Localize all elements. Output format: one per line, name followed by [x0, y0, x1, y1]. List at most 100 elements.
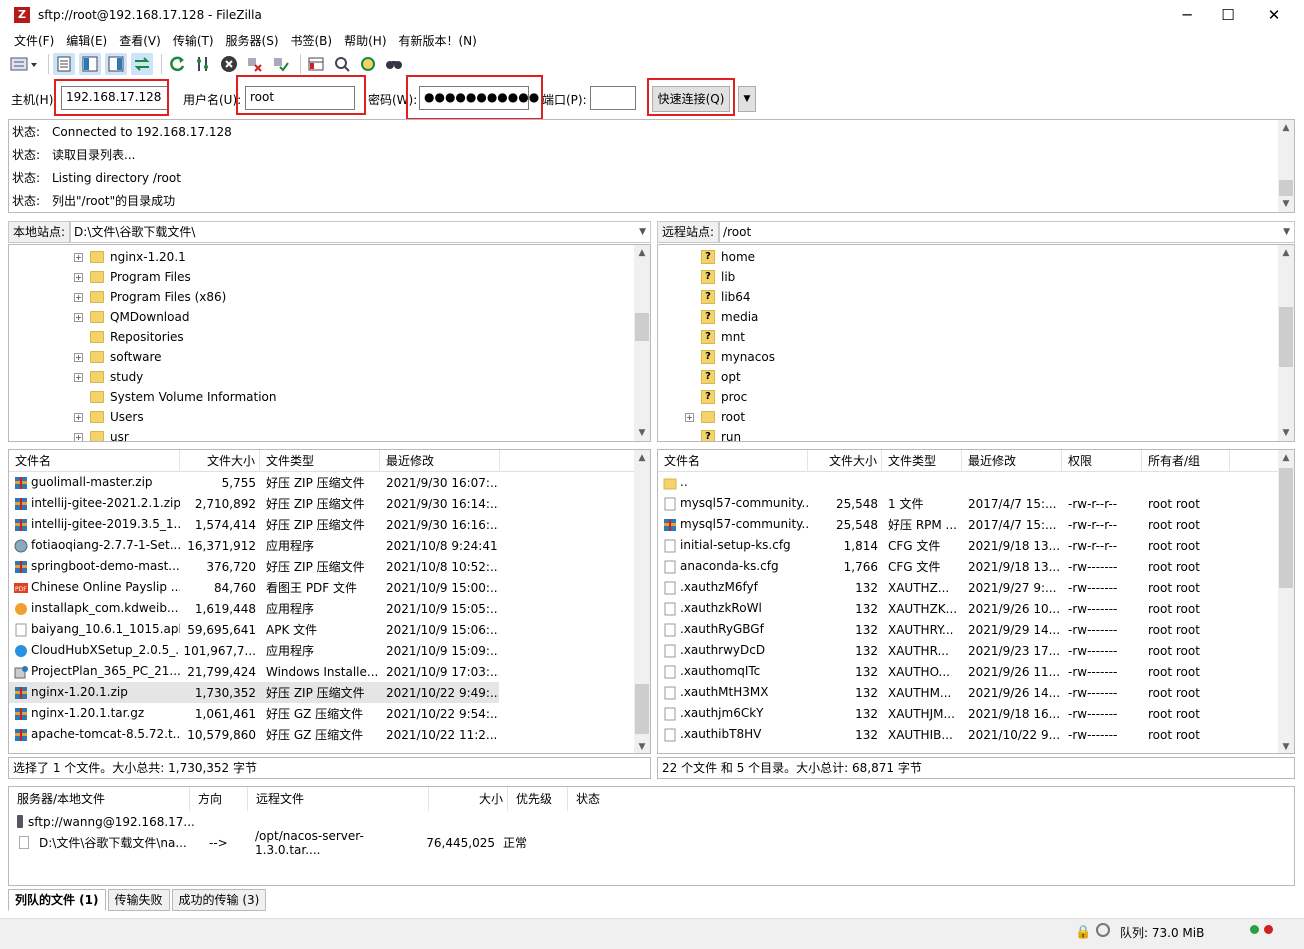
- file-row[interactable]: .xauthMtH3MX 132 XAUTHM... 2021/9/26 14... -…: [658, 682, 1294, 703]
- file-row[interactable]: ProjectPlan_365_PC_21.... 21,799,424 Windo…: [9, 661, 499, 682]
- menu-help[interactable]: 帮助(H): [344, 32, 386, 49]
- file-row[interactable]: .xauthjm6CkY 132 XAUTHJM... 2021/9/18 16...…: [658, 703, 1294, 724]
- tree-item[interactable]: + nginx-1.20.1: [9, 247, 650, 267]
- tab-queued-files[interactable]: 列队的文件 (1): [8, 889, 106, 911]
- file-row[interactable]: anaconda-ks.cfg 1,766 CFG 文件 2021/9/18 13..…: [658, 556, 1294, 577]
- expand-icon[interactable]: +: [74, 272, 83, 282]
- filter-icon[interactable]: [305, 53, 327, 75]
- menu-edit[interactable]: 编辑(E): [66, 32, 107, 49]
- local-tree-scrollbar[interactable]: ▲ ▼: [634, 245, 650, 441]
- col-priority[interactable]: 优先级: [508, 787, 568, 811]
- remote-path-input[interactable]: /root ▼: [719, 221, 1295, 243]
- tree-item[interactable]: Repositories: [9, 327, 650, 347]
- toggle-queue-icon[interactable]: [131, 53, 153, 75]
- expand-icon[interactable]: +: [685, 412, 694, 422]
- col-server-local[interactable]: 服务器/本地文件: [9, 787, 190, 811]
- refresh-icon[interactable]: [166, 53, 188, 75]
- file-row[interactable]: mysql57-community... 25,548 好压 RPM ... 2017…: [658, 514, 1294, 535]
- tree-item[interactable]: System Volume Information: [9, 387, 650, 407]
- file-row[interactable]: .xauthomqITc 132 XAUTHO... 2021/9/26 11... -…: [658, 661, 1294, 682]
- tab-successful-transfers[interactable]: 成功的传输 (3): [171, 889, 267, 911]
- tree-item[interactable]: ? opt: [658, 367, 1294, 387]
- maximize-button[interactable]: ☐: [1205, 0, 1251, 30]
- reconnect-icon[interactable]: [270, 53, 292, 75]
- col-filename[interactable]: 文件名: [658, 450, 808, 472]
- sync-browse-icon[interactable]: [357, 53, 379, 75]
- tree-item[interactable]: + Users: [9, 407, 650, 427]
- quickconnect-dropdown-icon[interactable]: ▼: [738, 86, 756, 112]
- search-icon[interactable]: [383, 53, 405, 75]
- expand-icon[interactable]: +: [74, 252, 83, 262]
- tree-item[interactable]: + software: [9, 347, 650, 367]
- toggle-log-icon[interactable]: [53, 53, 75, 75]
- expand-icon[interactable]: +: [74, 372, 83, 382]
- tree-item[interactable]: ? home: [658, 247, 1294, 267]
- file-row[interactable]: nginx-1.20.1.zip 1,730,352 好压 ZIP 压缩文件 2021…: [9, 682, 499, 703]
- col-size[interactable]: 大小: [429, 787, 508, 811]
- log-scrollbar[interactable]: ▲ ▼: [1278, 120, 1294, 212]
- menu-server[interactable]: 服务器(S): [226, 32, 279, 49]
- speed-limit-icon[interactable]: [1096, 923, 1110, 937]
- file-row[interactable]: guolimall-master.zip 5,755 好压 ZIP 压缩文件 2021…: [9, 472, 499, 493]
- col-direction[interactable]: 方向: [190, 787, 248, 811]
- file-row[interactable]: intellij-gitee-2021.2.1.zip 2,710,892 好压 Z…: [9, 493, 499, 514]
- close-button[interactable]: ✕: [1251, 0, 1297, 30]
- file-row[interactable]: .xauthzkRoWl 132 XAUTHZK... 2021/9/26 10...…: [658, 598, 1294, 619]
- toggle-remote-tree-icon[interactable]: [105, 53, 127, 75]
- file-row[interactable]: PDF Chinese Online Payslip ... 84,760 看图王 P…: [9, 577, 499, 598]
- expand-icon[interactable]: +: [74, 412, 83, 422]
- queue-item-row[interactable]: D:\文件\谷歌下载文件\na... --> /opt/nacos-server…: [9, 829, 1294, 857]
- col-filetype[interactable]: 文件类型: [882, 450, 962, 472]
- tree-item[interactable]: + usr: [9, 427, 650, 441]
- tree-item[interactable]: ? proc: [658, 387, 1294, 407]
- col-permissions[interactable]: 权限: [1062, 450, 1142, 472]
- menu-new-version[interactable]: 有新版本！(N): [399, 32, 477, 49]
- file-row[interactable]: initial-setup-ks.cfg 1,814 CFG 文件 2021/9/18…: [658, 535, 1294, 556]
- col-filesize[interactable]: 文件大小: [808, 450, 882, 472]
- col-status[interactable]: 状态: [568, 787, 648, 811]
- file-row[interactable]: ..: [658, 472, 1294, 493]
- port-input[interactable]: [590, 86, 636, 110]
- remote-tree-scrollbar[interactable]: ▲ ▼: [1278, 245, 1294, 441]
- queue-server-row[interactable]: sftp://wanng@192.168.17...: [9, 811, 1294, 832]
- minimize-button[interactable]: ─: [1164, 0, 1210, 30]
- menu-transfer[interactable]: 传输(T): [173, 32, 214, 49]
- local-path-input[interactable]: D:\文件\谷歌下载文件\ ▼: [70, 221, 651, 243]
- tree-item[interactable]: ? mnt: [658, 327, 1294, 347]
- col-filetype[interactable]: 文件类型: [260, 450, 380, 472]
- remote-files-scrollbar[interactable]: ▲ ▼: [1278, 450, 1294, 753]
- file-row[interactable]: .xauthibT8HV 132 XAUTHIB... 2021/10/22 9...…: [658, 724, 1294, 745]
- expand-icon[interactable]: +: [74, 352, 83, 362]
- tree-item[interactable]: ? run: [658, 427, 1294, 441]
- file-row[interactable]: CloudHubXSetup_2.0.5_... 101,967,7... 应用程序…: [9, 640, 499, 661]
- local-files-scrollbar[interactable]: ▲ ▼: [634, 450, 650, 753]
- col-filename[interactable]: 文件名: [9, 450, 180, 472]
- file-row[interactable]: baiyang_10.6.1_1015.apk 59,695,641 APK 文件 2…: [9, 619, 499, 640]
- file-row[interactable]: installapk_com.kdweib... 1,619,448 应用程序 202…: [9, 598, 499, 619]
- cancel-icon[interactable]: [218, 53, 240, 75]
- toggle-compare-icon[interactable]: [331, 53, 353, 75]
- tree-item[interactable]: + Program Files: [9, 267, 650, 287]
- file-row[interactable]: .xauthRyGBGf 132 XAUTHRY... 2021/9/29 14...…: [658, 619, 1294, 640]
- file-row[interactable]: fotiaoqiang-2.7.7-1-Set... 16,371,912 应用程序…: [9, 535, 499, 556]
- toggle-local-tree-icon[interactable]: [79, 53, 101, 75]
- file-row[interactable]: intellij-gitee-2019.3.5_1.... 1,574,414 好压…: [9, 514, 499, 535]
- process-queue-icon[interactable]: [192, 53, 214, 75]
- tree-item[interactable]: + Program Files (x86): [9, 287, 650, 307]
- tree-item[interactable]: + study: [9, 367, 650, 387]
- menu-file[interactable]: 文件(F): [14, 32, 54, 49]
- tree-item[interactable]: + QMDownload: [9, 307, 650, 327]
- menu-bookmarks[interactable]: 书签(B): [291, 32, 333, 49]
- tree-item[interactable]: ? mynacos: [658, 347, 1294, 367]
- col-filesize[interactable]: 文件大小: [180, 450, 260, 472]
- tree-item[interactable]: ? media: [658, 307, 1294, 327]
- disconnect-icon[interactable]: [244, 53, 266, 75]
- col-modified[interactable]: 最近修改: [962, 450, 1062, 472]
- col-remote-file[interactable]: 远程文件: [248, 787, 429, 811]
- tree-item[interactable]: + root: [658, 407, 1294, 427]
- tab-failed-transfers[interactable]: 传输失败: [107, 889, 170, 911]
- tree-item[interactable]: ? lib: [658, 267, 1294, 287]
- file-row[interactable]: apache-tomcat-8.5.72.t... 10,579,860 好压 GZ…: [9, 724, 499, 745]
- file-row[interactable]: mysql57-community... 25,548 1 文件 2017/4/7 1…: [658, 493, 1294, 514]
- col-owner[interactable]: 所有者/组: [1142, 450, 1230, 472]
